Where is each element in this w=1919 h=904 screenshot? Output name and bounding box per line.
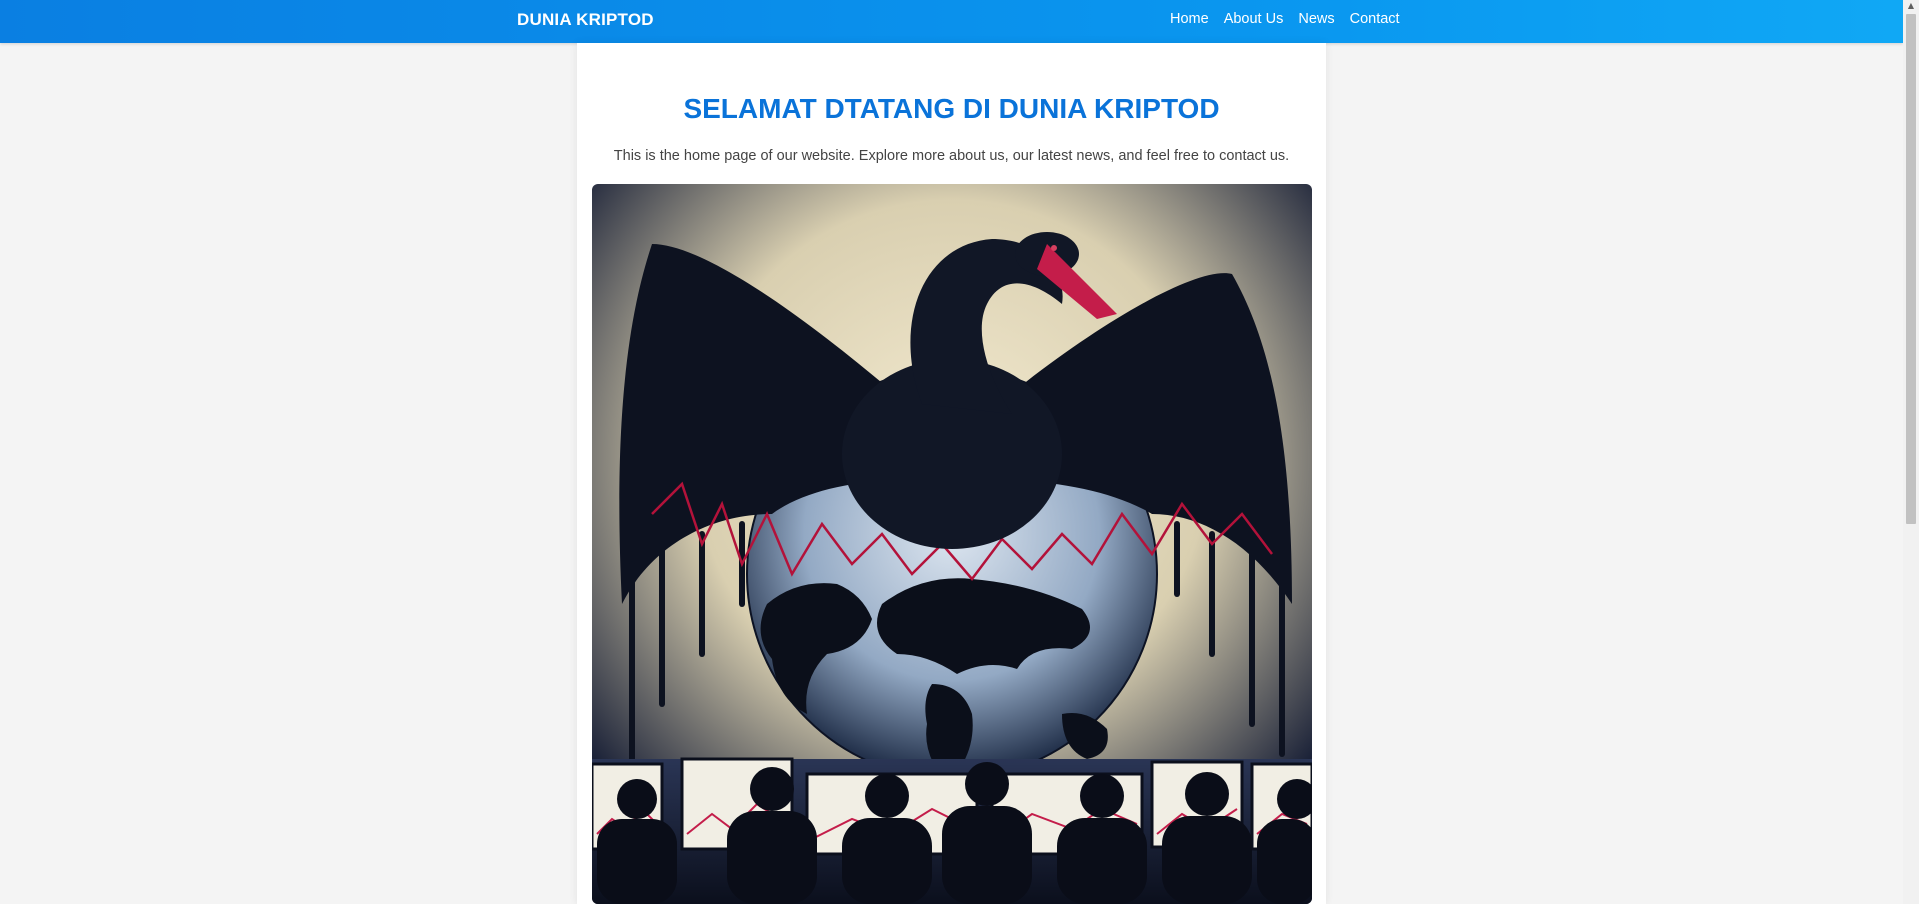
scroll-up-arrow-icon[interactable]: ▲ (1903, 0, 1919, 12)
top-navbar: DUNIA KRIPTOD Home About Us News Contact (0, 0, 1903, 43)
nav-link-home[interactable]: Home (1170, 11, 1209, 27)
nav-link-contact[interactable]: Contact (1350, 11, 1400, 27)
main-nav: Home About Us News Contact (1170, 11, 1400, 27)
page-scrollbar[interactable]: ▲ (1903, 0, 1919, 904)
scrollbar-thumb[interactable] (1906, 14, 1916, 524)
content-card: SELAMAT DTATANG DI DUNIA KRIPTOD This is… (577, 43, 1326, 904)
nav-link-about-us[interactable]: About Us (1224, 11, 1284, 27)
page-title: SELAMAT DTATANG DI DUNIA KRIPTOD (683, 93, 1220, 124)
site-logo[interactable]: DUNIA KRIPTOD (517, 10, 654, 30)
intro-text: This is the home page of our website. Ex… (613, 148, 1290, 164)
nav-link-news[interactable]: News (1298, 11, 1334, 27)
hero-image (592, 184, 1312, 904)
